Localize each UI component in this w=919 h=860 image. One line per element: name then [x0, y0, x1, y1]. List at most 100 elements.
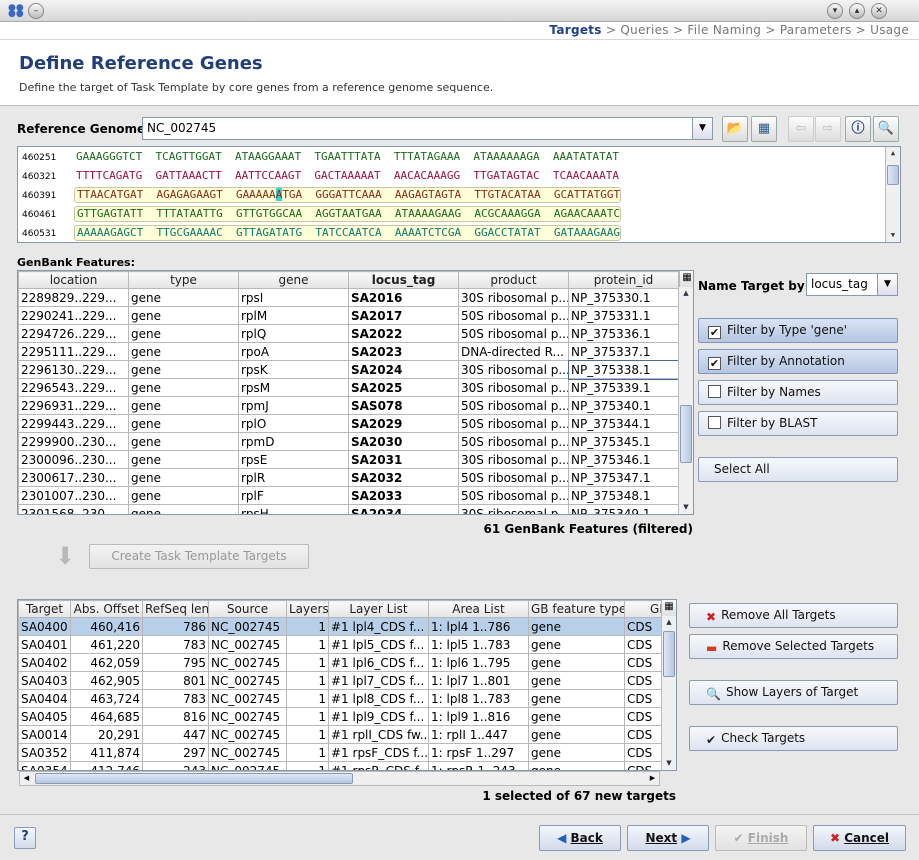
table-cell: NC_002745 — [208, 707, 287, 726]
next-button[interactable]: Next ▶ — [627, 825, 709, 851]
help-icon[interactable]: ? — [14, 827, 36, 849]
table-cell: SA2022 — [348, 324, 459, 343]
table-row[interactable]: SA0014 20,291 447 NC_002745 1 #1 rplI_CDS fw.… — [18, 725, 676, 744]
table-cell: 1: lpl9 1..816 — [428, 707, 529, 726]
chevron-down-icon[interactable]: ▼ — [877, 274, 897, 295]
table-row[interactable]: 2301568..230... gene rpsH SA2034 30S ribosom… — [18, 504, 679, 514]
name-target-label: Name Target by: — [698, 279, 810, 293]
column-chooser-icon[interactable]: ▦ — [661, 600, 676, 616]
col-type[interactable]: type — [128, 271, 239, 289]
remove-all-targets-button[interactable]: ✖ Remove All Targets — [689, 603, 898, 628]
table-row[interactable]: 2290241..229... gene rplM SA2017 50S ribosom… — [18, 306, 679, 325]
filter-names-toggle[interactable]: Filter by Names — [698, 380, 898, 405]
arrow-right-icon[interactable]: ⇨ — [815, 116, 841, 142]
arrow-left-icon[interactable]: ⇦ — [788, 116, 814, 142]
genbank-features-table[interactable]: location type gene locus_tag product pro… — [17, 270, 694, 515]
col-gb-feature-type[interactable]: GB feature type — [528, 600, 625, 618]
table-row[interactable]: 2299900..230... gene rpmD SA2030 50S ribosom… — [18, 432, 679, 451]
scroll-down-icon[interactable]: ▼ — [886, 229, 900, 242]
name-target-combo[interactable]: locus_tag ▼ — [806, 273, 898, 296]
filter-annotation-toggle[interactable]: ✔ Filter by Annotation — [698, 349, 898, 374]
check-targets-button[interactable]: ✔ Check Targets — [689, 726, 898, 751]
table-cell: #1 lpl6_CDS f... — [328, 653, 429, 672]
col-refseq-len[interactable]: RefSeq len — [142, 600, 209, 618]
col-layer-list[interactable]: Layer List — [328, 600, 429, 618]
scroll-thumb[interactable] — [680, 405, 692, 463]
targets-horizontal-scrollbar[interactable]: ◀ ▶ — [19, 771, 660, 786]
chevron-down-icon[interactable]: ▼ — [692, 118, 712, 139]
targets-table[interactable]: Target Abs. Offset RefSeq len Source Lay… — [17, 599, 677, 771]
sequence-scrollbar[interactable]: ▲ ▼ — [885, 147, 900, 242]
scroll-right-icon[interactable]: ▶ — [646, 772, 659, 785]
table-cell: 412,746 — [70, 761, 143, 770]
col-area-list[interactable]: Area List — [428, 600, 529, 618]
finish-button[interactable]: ✔ Finish — [715, 825, 807, 851]
table-row[interactable]: 2296543..229... gene rpsM SA2025 30S ribosom… — [18, 378, 679, 397]
table-row[interactable]: 2296931..229... gene rpmJ SAS078 50S ribosom… — [18, 396, 679, 415]
col-protein-id[interactable]: protein_id — [568, 271, 679, 289]
page-title: Define Reference Genes — [19, 53, 263, 74]
col-layers[interactable]: Layers — [286, 600, 329, 618]
select-all-button[interactable]: Select All — [698, 457, 898, 482]
filter-type-gene-toggle[interactable]: ✔ Filter by Type 'gene' — [698, 318, 898, 343]
table-row[interactable]: SA0352 411,874 297 NC_002745 1 #1 rpsF_CDS f.… — [18, 743, 676, 762]
table-row[interactable]: 2300617..230... gene rplR SA2032 50S ribosom… — [18, 468, 679, 487]
table-row[interactable]: 2296130..229... gene rpsK SA2024 30S ribosom… — [18, 359, 680, 380]
table-row[interactable]: 2294726..229... gene rplQ SA2022 50S ribosom… — [18, 324, 679, 343]
col-location[interactable]: location — [18, 271, 129, 289]
window-shade-icon[interactable]: – — [28, 3, 44, 19]
col-source[interactable]: Source — [208, 600, 287, 618]
col-abs-offset[interactable]: Abs. Offset — [70, 600, 143, 618]
sequence-view[interactable]: 460251 GAAAGGGTCT TCAGTTGGAT ATAAGGAAAT … — [17, 146, 901, 243]
close-icon[interactable]: ✕ — [871, 3, 887, 19]
col-locus-tag[interactable]: locus_tag — [348, 271, 459, 289]
scroll-down-icon[interactable]: ▼ — [662, 757, 676, 770]
scroll-thumb[interactable] — [887, 165, 899, 185]
filter-blast-toggle[interactable]: Filter by BLAST — [698, 411, 898, 436]
scroll-down-icon[interactable]: ▼ — [679, 501, 693, 514]
table-row[interactable]: SA0354 412,746 243 NC_002745 1 #1 rpsR_CDS f.… — [18, 761, 676, 770]
scroll-thumb[interactable] — [663, 631, 675, 677]
table-cell: 460,416 — [70, 617, 143, 636]
create-targets-button[interactable]: Create Task Template Targets — [89, 544, 309, 569]
genbank-scrollbar[interactable]: ▲ ▼ — [678, 287, 693, 514]
table-cell: rpmD — [238, 432, 349, 451]
col-target[interactable]: Target — [18, 600, 71, 618]
table-row[interactable]: SA0403 462,905 801 NC_002745 1 #1 lpl7_CDS f.… — [18, 671, 676, 690]
reference-genome-combo[interactable]: NC_002745 ▼ — [142, 117, 713, 140]
minimize-icon[interactable]: ▾ — [827, 3, 843, 19]
search-icon[interactable]: 🔍 — [873, 116, 899, 142]
table-row[interactable]: 2299443..229... gene rplO SA2029 50S ribosom… — [18, 414, 679, 433]
table-row[interactable]: SA0404 463,724 783 NC_002745 1 #1 lpl8_CDS f.… — [18, 689, 676, 708]
scroll-up-icon[interactable]: ▲ — [662, 616, 676, 629]
col-product[interactable]: product — [458, 271, 569, 289]
col-gene[interactable]: gene — [238, 271, 349, 289]
genome-db-button[interactable]: ▦ — [751, 116, 777, 142]
cancel-button[interactable]: ✖ Cancel — [813, 825, 906, 851]
column-chooser-icon[interactable]: ▦ — [679, 271, 693, 287]
table-cell: 1: lpl8 1..783 — [428, 689, 529, 708]
table-row[interactable]: SA0402 462,059 795 NC_002745 1 #1 lpl6_CDS f.… — [18, 653, 676, 672]
info-icon[interactable]: ⓘ — [845, 116, 871, 142]
table-row[interactable]: SA0400 460,416 786 NC_002745 1 #1 lpl4_CDS f.… — [18, 617, 676, 636]
table-row[interactable]: 2301007..230... gene rplF SA2033 50S ribosom… — [18, 486, 679, 505]
table-row[interactable]: SA0405 464,685 816 NC_002745 1 #1 lpl9_CDS f.… — [18, 707, 676, 726]
scroll-thumb[interactable] — [35, 773, 353, 784]
show-layers-button[interactable]: 🔍 Show Layers of Target — [689, 680, 898, 705]
maximize-icon[interactable]: ▴ — [849, 3, 865, 19]
open-folder-button[interactable]: 📂 — [722, 116, 748, 142]
scroll-up-icon[interactable]: ▲ — [886, 147, 900, 160]
table-row[interactable]: 2300096..230... gene rpsE SA2031 30S ribosom… — [18, 450, 679, 469]
table-cell: rpmJ — [238, 396, 349, 415]
remove-selected-targets-button[interactable]: ▬ Remove Selected Targets — [689, 634, 898, 659]
table-cell: 2300617..230... — [18, 468, 129, 487]
scroll-left-icon[interactable]: ◀ — [20, 772, 33, 785]
app-menu-icon[interactable]: ●● ●● — [8, 4, 24, 19]
scroll-up-icon[interactable]: ▲ — [679, 287, 693, 300]
table-row[interactable]: 2295111..229... gene rpoA SA2023 DNA-directe… — [18, 342, 679, 361]
checkbox-checked-icon: ✔ — [708, 326, 721, 339]
back-button[interactable]: ◀ Back — [539, 825, 621, 851]
table-row[interactable]: 2289829..229... gene rpsI SA2016 30S ribosom… — [18, 288, 679, 307]
table-row[interactable]: SA0401 461,220 783 NC_002745 1 #1 lpl5_CDS f.… — [18, 635, 676, 654]
targets-scrollbar[interactable]: ▲ ▼ — [661, 616, 676, 770]
